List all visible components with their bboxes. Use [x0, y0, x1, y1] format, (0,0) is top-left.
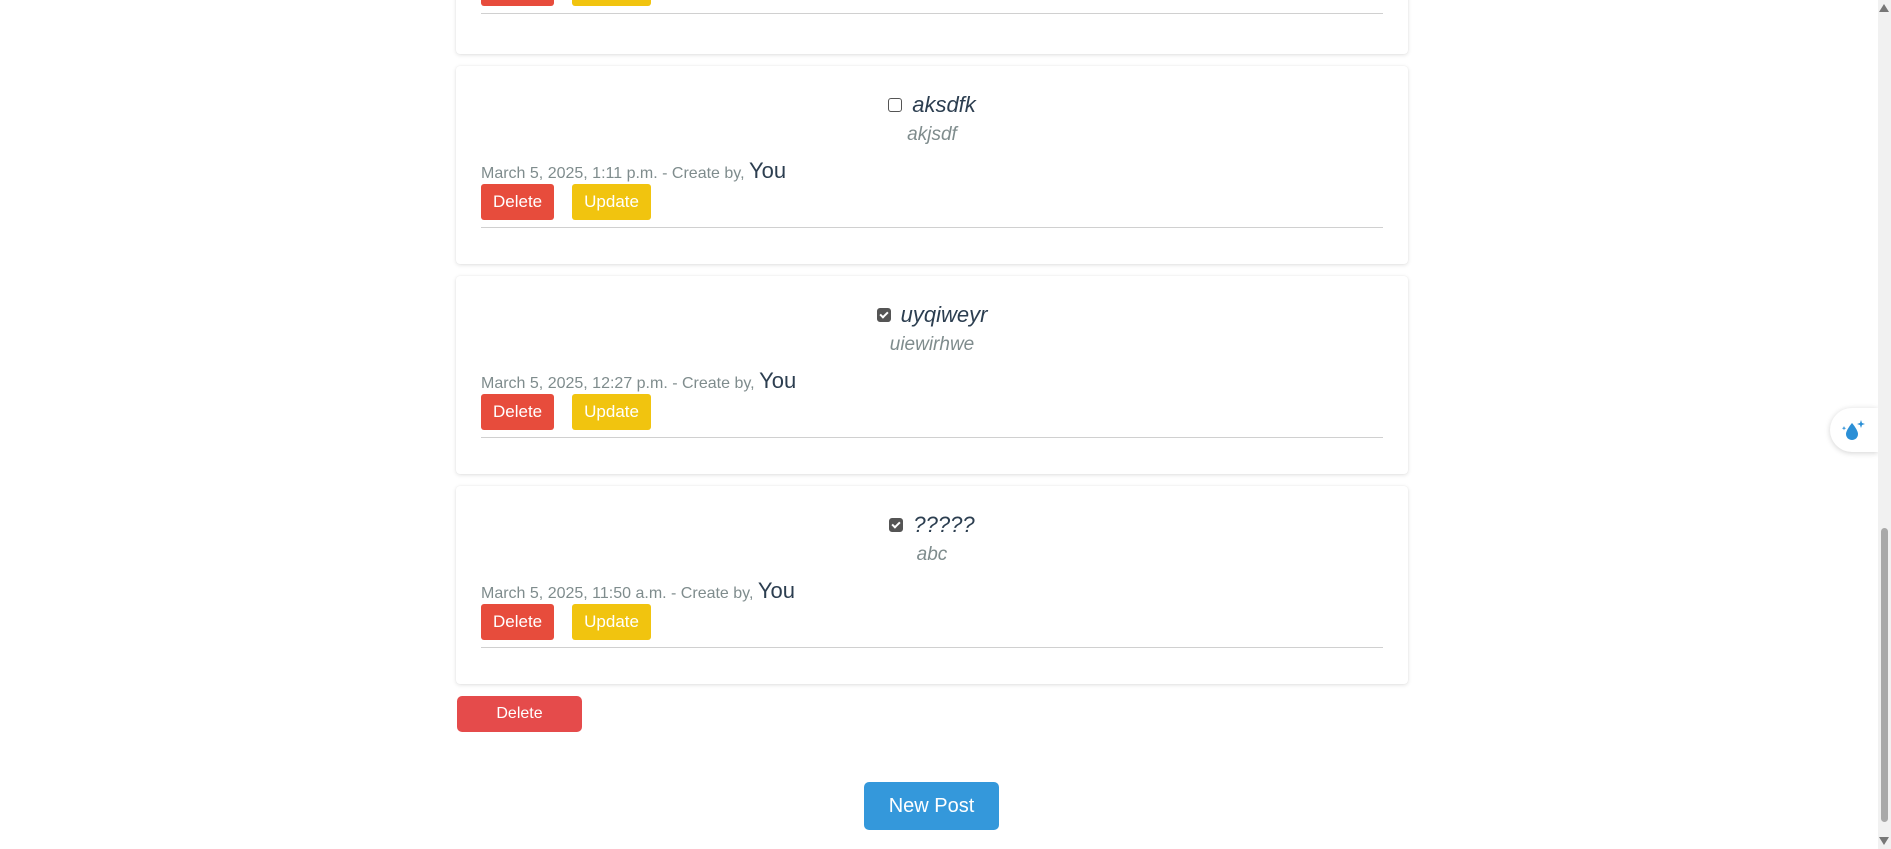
post-author: You	[757, 578, 795, 603]
update-button[interactable]: Update	[572, 394, 651, 430]
new-post-button[interactable]: New Post	[864, 782, 999, 830]
post-title-row: aksdfk	[481, 90, 1383, 120]
post-title: aksdfk	[912, 92, 976, 117]
post-body: akjsdf	[907, 124, 957, 145]
update-button[interactable]: Update	[572, 604, 651, 640]
post-title-row: ?????	[481, 510, 1383, 540]
post-actions: Delete Update	[481, 184, 1383, 228]
delete-button[interactable]: Delete	[481, 0, 555, 6]
post-complete-checkbox[interactable]	[888, 98, 903, 112]
post-card: uyqiweyr uiewirhwe March 5, 2025, 12:27 …	[456, 276, 1408, 474]
post-date: March 5, 2025, 12:27 p.m. - Create by,	[481, 375, 760, 392]
post-date: March 5, 2025, 1:11 p.m. - Create by,	[481, 165, 749, 182]
post-feed: Delete Update aksdfk akjsdf March 5, 202…	[456, 0, 1408, 696]
post-date: March 5, 2025, 11:50 a.m. - Create by,	[481, 585, 758, 602]
delete-button[interactable]: Delete	[481, 604, 555, 640]
vertical-scrollbar[interactable]	[1878, 0, 1891, 849]
update-button[interactable]: Update	[572, 184, 651, 220]
scrollbar-thumb[interactable]	[1881, 528, 1888, 822]
post-author: You	[748, 158, 787, 183]
floating-assistant-tab[interactable]	[1830, 408, 1878, 452]
post-actions: Delete Update	[481, 604, 1383, 648]
delete-button[interactable]: Delete	[481, 184, 555, 220]
water-drop-sparkle-icon	[1841, 420, 1865, 440]
post-body: abc	[916, 544, 948, 565]
delete-selected-button[interactable]: Delete	[457, 696, 582, 732]
delete-button[interactable]: Delete	[481, 394, 555, 430]
post-title-row: uyqiweyr	[481, 300, 1383, 330]
post-card: ????? abc March 5, 2025, 11:50 a.m. - Cr…	[456, 486, 1408, 684]
post-title: uyqiweyr	[900, 302, 988, 327]
scroll-up-arrow-icon[interactable]	[1879, 4, 1889, 12]
post-meta: March 5, 2025, 11:50 a.m. - Create by, Y…	[481, 578, 1383, 603]
page: Delete Update aksdfk akjsdf March 5, 202…	[0, 0, 1891, 849]
update-button[interactable]: Update	[572, 0, 651, 6]
post-meta: March 5, 2025, 12:27 p.m. - Create by, Y…	[481, 368, 1383, 393]
post-author: You	[759, 368, 797, 393]
scroll-down-arrow-icon[interactable]	[1879, 837, 1889, 845]
post-body: uiewirhwe	[889, 334, 975, 355]
post-complete-checkbox[interactable]	[889, 518, 904, 532]
post-card: Delete Update	[456, 0, 1408, 54]
post-actions: Delete Update	[481, 394, 1383, 438]
post-meta: March 5, 2025, 1:11 p.m. - Create by, Yo…	[481, 158, 1383, 183]
post-actions: Delete Update	[481, 0, 1383, 14]
post-complete-checkbox[interactable]	[876, 308, 891, 322]
post-title: ?????	[913, 512, 975, 537]
post-card: aksdfk akjsdf March 5, 2025, 1:11 p.m. -…	[456, 66, 1408, 264]
